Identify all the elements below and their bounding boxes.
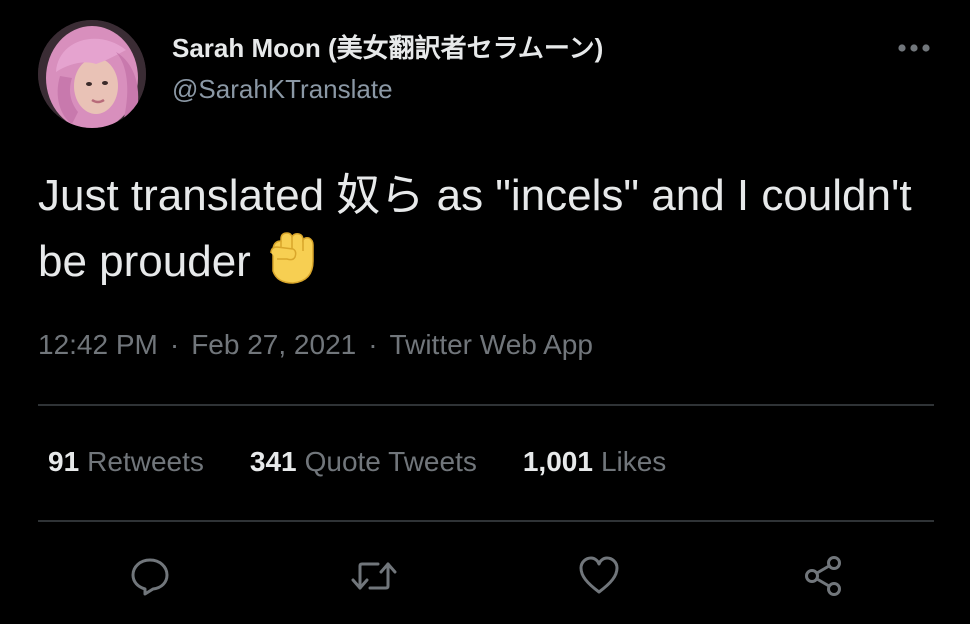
share-icon[interactable] <box>795 548 851 604</box>
quote-tweets-count: 341 <box>249 446 297 477</box>
avatar-image <box>38 20 146 128</box>
tweet-source[interactable]: Twitter Web App <box>390 329 593 360</box>
tweet-meta: 12:42 PM · Feb 27, 2021 · Twitter Web App <box>38 329 593 361</box>
like-icon[interactable] <box>571 548 627 604</box>
display-name[interactable]: Sarah Moon (美女翻訳者セラムーン) <box>172 28 603 65</box>
user-handle[interactable]: @SarahKTranslate <box>172 74 393 105</box>
tweet-time[interactable]: 12:42 PM <box>38 329 158 360</box>
likes-count: 1,001 <box>522 446 593 477</box>
divider <box>38 520 934 522</box>
tweet-text-content: Just translated 奴ら as "incels" and I cou… <box>38 171 912 286</box>
meta-separator: · <box>169 329 180 360</box>
divider <box>38 404 934 406</box>
raised-fist-emoji-icon <box>259 227 321 289</box>
quote-tweets-label: Quote Tweets <box>304 446 477 477</box>
tweet-date[interactable]: Feb 27, 2021 <box>191 329 356 360</box>
retweets-count: 91 <box>48 446 80 477</box>
quote-tweets-stat[interactable]: 341 Quote Tweets <box>250 446 477 478</box>
tweet-text: Just translated 奴ら as "incels" and I cou… <box>38 164 938 293</box>
retweets-label: Retweets <box>87 446 204 477</box>
likes-label: Likes <box>600 446 667 477</box>
reply-icon[interactable] <box>122 548 178 604</box>
likes-stat[interactable]: 1,001 Likes <box>523 446 666 478</box>
retweet-icon[interactable] <box>346 548 402 604</box>
more-options-icon[interactable] <box>894 26 934 70</box>
engagement-stats: 91 Retweets 341 Quote Tweets 1,001 Likes <box>48 446 666 478</box>
meta-separator: · <box>368 329 378 360</box>
retweets-stat[interactable]: 91 Retweets <box>48 446 204 478</box>
action-bar <box>0 548 970 608</box>
avatar[interactable] <box>38 20 146 128</box>
